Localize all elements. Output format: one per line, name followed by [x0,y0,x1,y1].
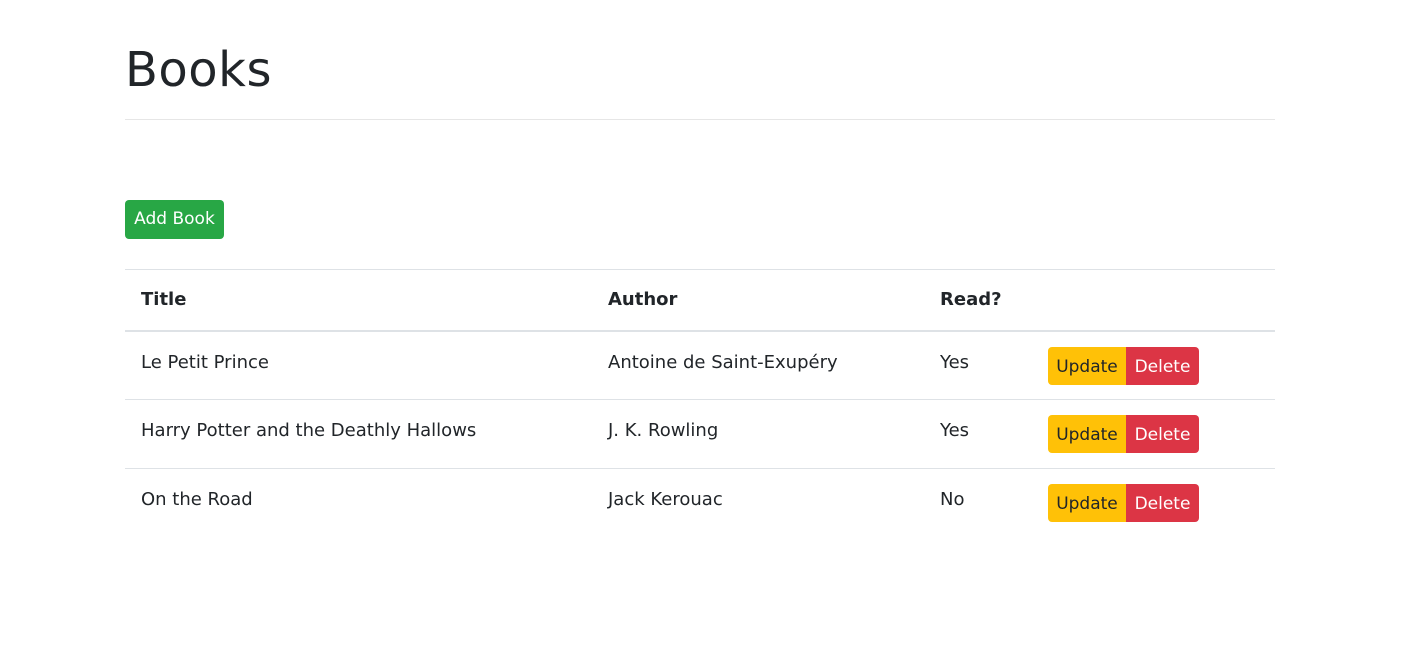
update-button[interactable]: Update [1048,415,1126,453]
update-button[interactable]: Update [1048,346,1126,385]
column-header-author: Author [608,289,678,311]
cell-title: Le Petit Prince [141,351,269,373]
column-header-actions [1036,270,1275,331]
cell-actions: Update Delete [1036,469,1275,538]
column-header-title: Title [141,289,187,311]
table-row: Le Petit Prince Antoine de Saint-Exupéry… [125,331,1275,400]
row-action-group: Update Delete [1048,346,1199,385]
cell-actions: Update Delete [1036,331,1275,400]
title-divider [125,119,1275,120]
delete-button[interactable]: Delete [1126,484,1199,522]
table-row: Harry Potter and the Deathly Hallows J. … [125,400,1275,469]
cell-author: Jack Kerouac [608,489,723,510]
table-row: On the Road Jack Kerouac No Update Delet… [125,469,1275,538]
cell-actions: Update Delete [1036,400,1275,469]
cell-read: Yes [940,351,970,373]
delete-button[interactable]: Delete [1126,346,1199,385]
cell-author: J. K. Rowling [608,420,719,441]
cell-title: On the Road [141,489,253,510]
books-table: Title Author Read? Le Petit Prince Antoi… [125,269,1275,538]
cell-read: No [940,489,965,510]
cell-read: Yes [940,420,970,441]
row-action-group: Update Delete [1048,415,1199,453]
update-button[interactable]: Update [1048,484,1126,522]
add-book-button[interactable]: Add Book [125,200,224,239]
table-header-row: Title Author Read? [125,269,1275,331]
cell-author: Antoine de Saint-Exupéry [608,351,838,373]
cell-title: Harry Potter and the Deathly Hallows [141,420,477,441]
column-header-read: Read? [940,289,1002,311]
row-action-group: Update Delete [1048,484,1199,522]
page-title: Books [125,42,272,98]
delete-button[interactable]: Delete [1126,415,1199,453]
